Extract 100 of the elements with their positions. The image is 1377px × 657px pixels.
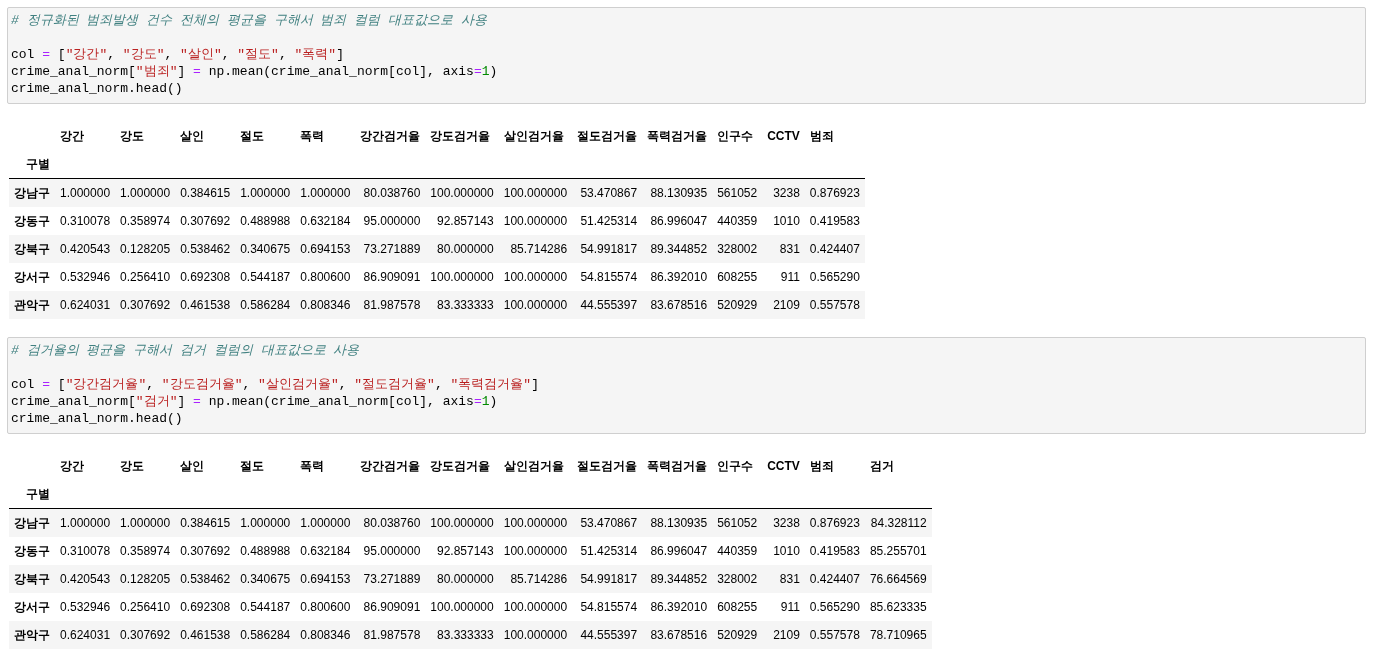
column-header: 강간	[59, 127, 85, 145]
table-cell: 561052	[712, 508, 763, 537]
table-cell: 86.996047	[642, 207, 713, 235]
table-cell: 0.128205	[115, 565, 176, 593]
table-cell: 92.857143	[425, 207, 499, 235]
code-comment: # 정규화된 범죄발생 건수 전체의 평균을 구해서 범죄 컬럼 대표값으로 사용	[11, 12, 488, 29]
table-cell: 608255	[712, 593, 763, 621]
column-header: 강간	[59, 457, 85, 475]
table-cell: 0.624031	[55, 621, 116, 649]
column-header: 범죄	[808, 127, 835, 145]
table-cell: 0.586284	[235, 621, 296, 649]
row-label: 강서구	[9, 593, 55, 621]
table-cell: 86.392010	[642, 263, 713, 291]
table-cell: 0.632184	[295, 207, 356, 235]
table-cell: 0.256410	[115, 263, 176, 291]
table-cell: 100.000000	[498, 537, 573, 565]
table-cell: 1010	[762, 537, 805, 565]
table-cell: 85.255701	[864, 537, 932, 565]
row-label: 강서구	[9, 263, 55, 291]
table-cell: 0.565290	[804, 593, 865, 621]
table-cell: 53.470867	[572, 508, 643, 537]
index-header: 구별	[9, 150, 55, 179]
table-cell: 0.340675	[235, 235, 296, 263]
table-cell: 1.000000	[55, 508, 116, 537]
table-cell: 1.000000	[115, 508, 176, 537]
row-label: 강북구	[9, 235, 55, 263]
table-cell: 0.307692	[175, 537, 236, 565]
table-cell: 0.586284	[235, 291, 296, 319]
table-cell: 100.000000	[498, 508, 573, 537]
table-cell: 0.544187	[235, 593, 296, 621]
table-cell: 0.419583	[804, 207, 865, 235]
table-cell: 1010	[762, 207, 805, 235]
code-cell[interactable]: # 정규화된 범죄발생 건수 전체의 평균을 구해서 범죄 컬럼 대표값으로 사용 col = ["강간", "강도", "살인", "절도", "폭력"] crime_anal_norm["범죄"] = np.mean(crime_anal_norm[col], axis=1) crime_anal_norm.head()	[7, 7, 1366, 104]
column-header: 범죄	[808, 457, 835, 475]
row-label: 강동구	[9, 537, 55, 565]
table-cell: 84.328112	[864, 508, 932, 537]
table-cell: 95.000000	[355, 207, 426, 235]
table-cell: 520929	[712, 291, 763, 319]
table-cell: 76.664569	[864, 565, 932, 593]
code-line: crime_anal_norm["검거"] = np.mean(crime_anal_norm[col], axis=1)	[11, 393, 499, 410]
table-cell: 100.000000	[498, 621, 573, 649]
code-line: crime_anal_norm["범죄"] = np.mean(crime_anal_norm[col], axis=1)	[11, 63, 499, 80]
column-header: 절도검거율	[576, 127, 639, 145]
column-header: 강도검거율	[429, 457, 492, 475]
table-cell: 831	[762, 235, 805, 263]
table-cell: 100.000000	[498, 263, 573, 291]
column-header: 폭력	[299, 127, 326, 145]
table-cell: 85.714286	[498, 235, 573, 263]
code-cell[interactable]: # 검거율의 평균을 구해서 검거 컬럼의 대표값으로 사용 col = ["강간검거율", "강도검거율", "살인검거율", "절도검거율", "폭력검거율"] crime_anal_norm["검거"] = np.mean(crime_anal_norm[col], axis=1) crime_anal_norm.head()	[7, 337, 1366, 434]
table-cell: 0.544187	[235, 263, 296, 291]
column-header: 강도	[119, 127, 146, 145]
column-header: 살인검거율	[502, 457, 565, 475]
table-cell: 86.909091	[355, 593, 426, 621]
column-header: 폭력	[299, 457, 326, 475]
table-cell: 83.333333	[425, 621, 499, 649]
table-cell: 561052	[712, 178, 763, 207]
table-cell: 0.358974	[115, 537, 176, 565]
column-header: 강간검거율	[359, 127, 422, 145]
table-cell: 0.419583	[804, 537, 865, 565]
table-cell: 328002	[712, 235, 763, 263]
table-cell: 0.256410	[115, 593, 176, 621]
table-cell: 44.555397	[572, 291, 643, 319]
table-cell: 0.307692	[175, 207, 236, 235]
table-cell: 0.876923	[804, 178, 865, 207]
table-cell: 0.565290	[804, 263, 865, 291]
table-cell: 78.710965	[864, 621, 932, 649]
table-cell: 100.000000	[425, 263, 499, 291]
table-cell: 0.424407	[804, 235, 865, 263]
row-label: 강북구	[9, 565, 55, 593]
table-cell: 100.000000	[498, 207, 573, 235]
column-header: 살인검거율	[502, 127, 565, 145]
table-cell: 1.000000	[115, 178, 176, 207]
table-cell: 0.307692	[115, 291, 176, 319]
table-cell: 54.991817	[572, 235, 643, 263]
column-header: 살인	[179, 457, 206, 475]
table-cell: 440359	[712, 537, 763, 565]
table-cell: 44.555397	[572, 621, 643, 649]
table-cell: 100.000000	[425, 508, 499, 537]
table-cell: 51.425314	[572, 537, 643, 565]
column-header: 폭력검거율	[646, 127, 709, 145]
table-cell: 0.557578	[804, 291, 865, 319]
code-line: crime_anal_norm.head()	[11, 410, 184, 427]
table-cell: 0.384615	[175, 508, 236, 537]
table-cell: 89.344852	[642, 235, 713, 263]
table-cell: 86.909091	[355, 263, 426, 291]
table-cell: 100.000000	[498, 593, 573, 621]
table-cell: 0.307692	[115, 621, 176, 649]
table-cell: 73.271889	[355, 565, 426, 593]
table-cell: 0.692308	[175, 263, 236, 291]
table-cell: 520929	[712, 621, 763, 649]
row-label: 관악구	[9, 291, 55, 319]
table-cell: 0.340675	[235, 565, 296, 593]
table-cell: 440359	[712, 207, 763, 235]
table-cell: 1.000000	[55, 178, 116, 207]
table-cell: 83.678516	[642, 621, 713, 649]
table-cell: 3238	[762, 178, 805, 207]
table-cell: 831	[762, 565, 805, 593]
table-cell: 0.488988	[235, 207, 296, 235]
table-cell: 80.038760	[355, 178, 426, 207]
table-cell: 0.694153	[295, 235, 356, 263]
